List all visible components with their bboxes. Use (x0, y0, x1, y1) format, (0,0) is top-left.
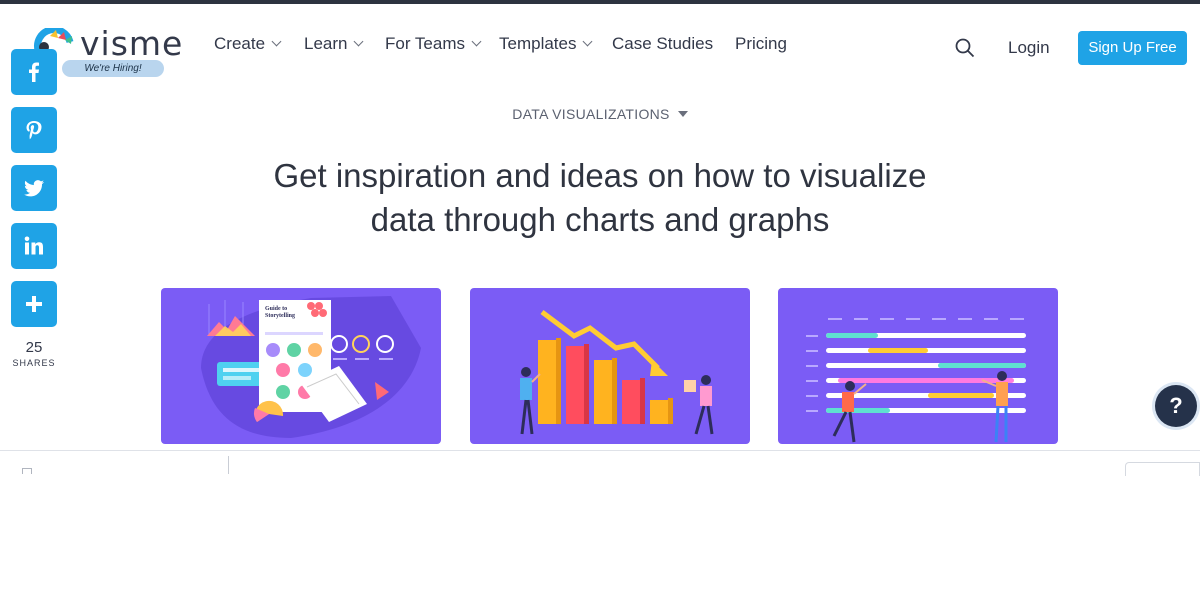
headline-line-2: data through charts and graphs (370, 201, 830, 238)
hiring-badge[interactable]: We're Hiring! (62, 60, 164, 77)
bottom-checkbox[interactable] (22, 468, 32, 474)
nav-learn-label: Learn (304, 34, 348, 53)
help-button[interactable]: ? (1155, 385, 1197, 427)
nav-templates-label: Templates (499, 34, 577, 53)
nav-for-teams[interactable]: For Teams (385, 34, 482, 54)
category-dropdown[interactable]: DATA VISUALIZATIONS (0, 106, 1200, 122)
nav-create-label: Create (214, 34, 266, 53)
headline-line-1: Get inspiration and ideas on how to visu… (273, 157, 927, 194)
caret-down-icon (677, 111, 688, 117)
chevron-down-icon (583, 36, 593, 47)
share-label: SHARES (12, 358, 56, 368)
category-label: DATA VISUALIZATIONS (512, 106, 670, 122)
article-card-storytelling[interactable]: Guide to Storytelling (161, 288, 441, 444)
nav-case-studies[interactable]: Case Studies (612, 34, 713, 54)
gantt-chart-illustration (806, 318, 1026, 443)
pinterest-icon (26, 121, 42, 140)
nav-pricing[interactable]: Pricing (735, 34, 787, 54)
book-title-text-2: Storytelling (265, 313, 295, 319)
page-headline: Get inspiration and ideas on how to visu… (0, 154, 1200, 242)
chevron-down-icon (354, 36, 364, 47)
bottom-divider-line (0, 450, 1200, 451)
facebook-icon (29, 62, 39, 82)
nav-templates[interactable]: Templates (499, 34, 593, 54)
bottom-button[interactable] (1125, 462, 1200, 476)
login-link[interactable]: Login (1008, 38, 1050, 58)
share-facebook-button[interactable] (11, 49, 57, 95)
nav-for-teams-label: For Teams (385, 34, 465, 53)
share-more-button[interactable] (11, 281, 57, 327)
chevron-down-icon (271, 36, 282, 47)
search-icon[interactable] (955, 38, 975, 58)
site-header: visme We're Hiring! Create Learn For Tea… (0, 4, 1200, 84)
nav-create[interactable]: Create (214, 34, 282, 54)
bottom-vertical-divider (228, 456, 229, 474)
article-card-gantt[interactable] (778, 288, 1058, 444)
nav-learn[interactable]: Learn (304, 34, 364, 54)
declining-chart-illustration (520, 310, 714, 435)
signup-button[interactable]: Sign Up Free (1078, 31, 1187, 65)
storytelling-illustration: Guide to Storytelling (201, 296, 421, 438)
plus-icon (26, 296, 42, 312)
logo-wordmark: visme (80, 24, 184, 63)
book-title-text: Guide to (265, 306, 287, 312)
article-card-bar-chart[interactable] (470, 288, 750, 444)
nav-pricing-label: Pricing (735, 34, 787, 53)
share-count: 25 (25, 339, 43, 356)
nav-case-studies-label: Case Studies (612, 34, 714, 53)
chevron-down-icon (471, 36, 482, 47)
